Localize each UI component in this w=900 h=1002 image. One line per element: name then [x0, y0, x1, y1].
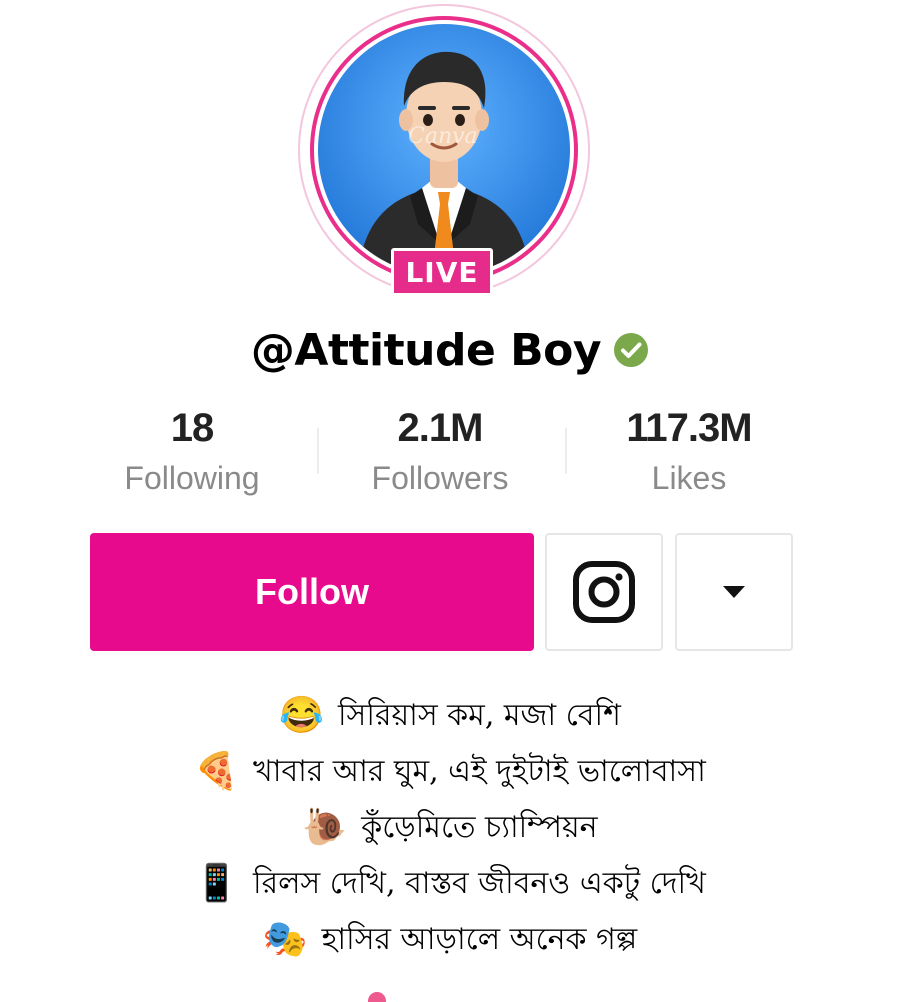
verified-badge-icon — [614, 333, 649, 367]
avatar[interactable] — [318, 24, 570, 276]
followers-count: 2.1M — [397, 406, 484, 450]
bio-text: সিরিয়াস কম, মজা বেশি — [337, 697, 621, 733]
stat-followers[interactable]: 2.1M Followers — [330, 400, 550, 500]
instagram-button[interactable] — [545, 533, 663, 651]
theater-masks-emoji-icon: 🎭 — [262, 919, 308, 960]
caret-down-icon — [723, 586, 745, 598]
followers-label: Followers — [371, 460, 509, 496]
stat-following[interactable]: 18 Following — [82, 400, 302, 500]
stat-likes[interactable]: 117.3M Likes — [579, 400, 799, 500]
bio-text: রিলস দেখি, বাস্তব জীবনও একটু দেখি — [252, 865, 706, 901]
bio-text: হাসির আড়ালে অনেক গল্প — [321, 921, 638, 957]
phone-emoji-icon: 📱 — [194, 863, 239, 904]
pizza-emoji-icon: 🍕 — [194, 751, 240, 792]
username: @Attitude Boy — [250, 324, 602, 376]
snail-emoji-icon: 🐌 — [302, 807, 348, 848]
username-row: @Attitude Boy — [0, 318, 900, 382]
profile-stats: 18 Following 2.1M Followers 117.3M Likes — [70, 400, 814, 510]
laughing-emoji-icon: 😂 — [279, 695, 324, 736]
cropped-emoji-icon — [368, 992, 386, 1002]
bio-line: 😂 সিরিয়াস কম, মজা বেশি — [0, 688, 900, 744]
businessman-avatar-icon — [318, 24, 570, 276]
likes-count: 117.3M — [626, 406, 752, 450]
more-dropdown-button[interactable] — [675, 533, 793, 651]
bio-text: কুঁড়েমিতে চ্যাম্পিয়ন — [361, 809, 598, 845]
bio-line: 🐌 কুঁড়েমিতে চ্যাম্পিয়ন — [0, 800, 900, 856]
following-label: Following — [124, 460, 260, 496]
live-badge[interactable]: LIVE — [391, 248, 493, 296]
following-count: 18 — [170, 406, 215, 450]
bio-line: 📱 রিলস দেখি, বাস্তব জীবনও একটু দেখি — [0, 856, 900, 912]
bio-text: খাবার আর ঘুম, এই দুইটাই ভালোবাসা — [253, 753, 706, 789]
likes-label: Likes — [651, 460, 727, 496]
bio-line: 🎭 হাসির আড়ালে অনেক গল্প — [0, 912, 900, 968]
follow-button[interactable]: Follow — [90, 533, 534, 651]
profile-bio: 😂 সিরিয়াস কম, মজা বেশি 🍕 খাবার আর ঘুম, … — [0, 688, 900, 968]
stat-divider — [565, 428, 567, 474]
stat-divider — [317, 428, 319, 474]
instagram-icon — [573, 561, 635, 623]
canva-watermark: Canva — [408, 124, 478, 149]
bio-line: 🍕 খাবার আর ঘুম, এই দুইটাই ভালোবাসা — [0, 744, 900, 800]
